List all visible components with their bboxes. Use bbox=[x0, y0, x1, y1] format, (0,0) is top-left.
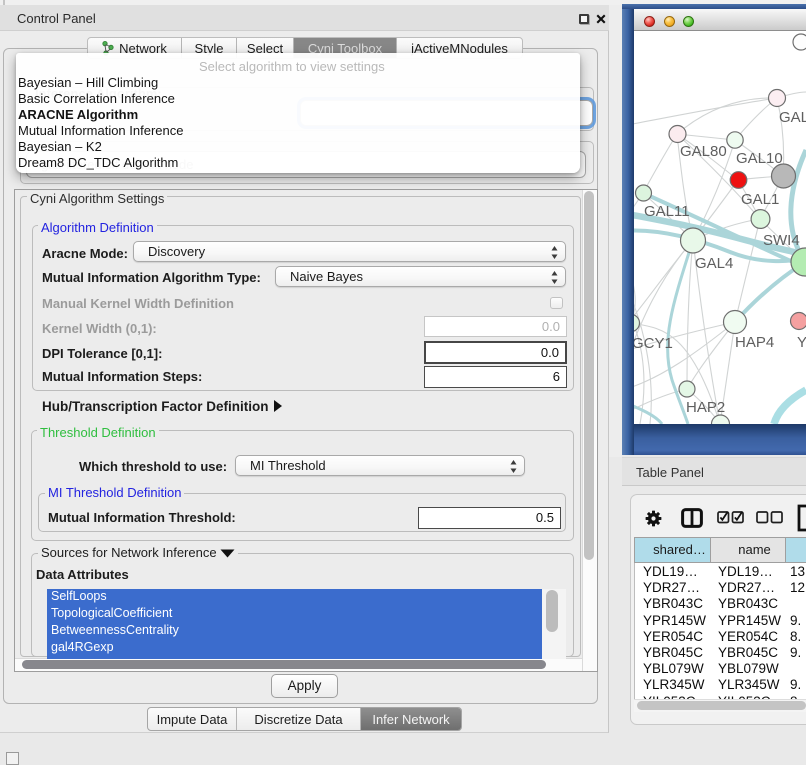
svg-text:GAL11: GAL11 bbox=[644, 203, 690, 220]
svg-text:GAL1: GAL1 bbox=[741, 191, 779, 208]
svg-text:SWI4: SWI4 bbox=[763, 232, 800, 249]
svg-text:GAL4: GAL4 bbox=[695, 255, 733, 272]
svg-text:HAP2: HAP2 bbox=[686, 399, 725, 416]
svg-text:GCY1: GCY1 bbox=[634, 335, 673, 352]
svg-text:GAL10: GAL10 bbox=[736, 150, 783, 167]
svg-text:Y: Y bbox=[797, 334, 806, 351]
svg-text:GAL80: GAL80 bbox=[680, 143, 727, 160]
svg-text:GAL2: GAL2 bbox=[779, 109, 806, 126]
svg-text:HAP4: HAP4 bbox=[735, 334, 774, 351]
